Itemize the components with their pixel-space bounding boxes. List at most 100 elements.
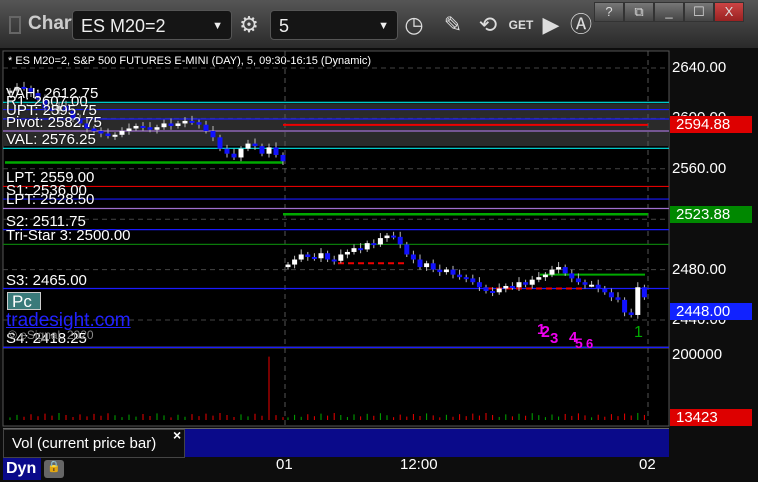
lock-icon[interactable]: 🔒 xyxy=(44,460,64,478)
candle-body xyxy=(384,235,390,239)
help-button[interactable]: ? xyxy=(594,2,624,22)
price-tag-current: 2448.00 xyxy=(670,303,752,320)
candle-body xyxy=(549,269,555,275)
time-label-02: 02 xyxy=(639,456,656,473)
candle-body xyxy=(224,148,230,154)
play-icon[interactable]: ▶ xyxy=(535,10,567,40)
candle-body xyxy=(338,254,344,261)
candle-body xyxy=(325,253,331,260)
candle-body xyxy=(496,288,502,293)
candle-body xyxy=(196,122,202,125)
title-bar: Chart ES M20=2 ▼ ⚙ 5 ▼ ◷ ✎ ⟲ GET ▶ Ⓐ ? ⧉ _… xyxy=(0,0,758,48)
settings-icon[interactable]: ⚙ xyxy=(233,10,265,40)
candle-body xyxy=(635,287,641,315)
candle-body xyxy=(641,287,647,298)
candle-body xyxy=(615,297,621,300)
candle-body xyxy=(273,147,279,155)
copyright: © eSignal, 2020 xyxy=(8,328,94,342)
candle-body xyxy=(377,238,383,245)
candle-body xyxy=(280,154,286,162)
candle-body xyxy=(516,282,522,288)
candle-body xyxy=(569,273,575,279)
clock-icon[interactable]: ◷ xyxy=(398,10,430,40)
candle-body xyxy=(582,282,588,285)
volume-axis-label: 200000 xyxy=(672,346,723,363)
candle-body xyxy=(404,244,410,255)
candle-body xyxy=(443,269,449,273)
candle-body xyxy=(430,263,436,270)
alert-icon[interactable]: Ⓐ xyxy=(565,10,597,40)
time-label-1200: 12:00 xyxy=(400,456,438,473)
candle-body xyxy=(175,123,181,126)
symbol-select[interactable]: ES M20=2 ▼ xyxy=(72,10,232,40)
time-label-01: 01 xyxy=(276,456,293,473)
candle-body xyxy=(410,254,416,260)
drag-handle-icon[interactable] xyxy=(9,16,21,34)
candle-body xyxy=(457,274,463,278)
symbol-value: ES M20=2 xyxy=(81,16,166,36)
candle-body xyxy=(112,134,118,137)
candle-body xyxy=(298,254,304,260)
candle-body xyxy=(305,254,311,257)
candle-body xyxy=(503,285,509,289)
candle-body xyxy=(463,277,469,280)
close-study-icon[interactable]: × xyxy=(173,427,181,443)
price-tag-red: 2594.88 xyxy=(670,116,752,133)
candle-body xyxy=(556,267,562,270)
candle-body xyxy=(182,120,188,124)
study-icon[interactable]: ⟲ xyxy=(472,10,504,40)
candle-body xyxy=(589,284,595,287)
candle-body xyxy=(490,291,496,294)
candle-body xyxy=(344,251,350,255)
candle-body xyxy=(252,143,258,147)
bottom-bar: Dyn 🔒 01 12:00 02 xyxy=(0,456,758,482)
chart-header: * ES M20=2, S&P 500 FUTURES E-MINI (DAY)… xyxy=(8,55,372,67)
candle-body xyxy=(523,282,529,285)
candle-body xyxy=(470,278,476,283)
candle-body xyxy=(231,153,237,158)
chevron-down-icon: ▼ xyxy=(212,20,223,32)
candle-body xyxy=(542,274,548,278)
interval-select[interactable]: 5 ▼ xyxy=(270,10,398,40)
candle-body xyxy=(266,147,272,154)
candle-body xyxy=(622,299,628,313)
pencil-icon[interactable]: ✎ xyxy=(437,10,469,40)
candle-body xyxy=(595,284,601,289)
dyn-button[interactable]: Dyn xyxy=(3,458,41,480)
candle-body xyxy=(98,131,104,134)
candle-body xyxy=(285,264,291,268)
volume-label: Vol (current price bar) xyxy=(12,435,157,452)
price-axis-label: 2640.00 xyxy=(672,59,727,76)
candle-body xyxy=(311,257,317,259)
candle-body xyxy=(476,282,482,288)
candle-body xyxy=(483,287,489,292)
level-label: LPT: 2528.50 xyxy=(6,191,95,209)
candle-body xyxy=(105,133,111,137)
level-label: S3: 2465.00 xyxy=(6,271,87,289)
pc-badge[interactable]: Pc xyxy=(7,292,41,311)
get-icon[interactable]: GET xyxy=(505,10,537,40)
interval-value: 5 xyxy=(279,16,290,36)
close-button[interactable]: X xyxy=(714,2,744,22)
candle-body xyxy=(331,259,337,262)
candle-body xyxy=(238,148,244,158)
annotation-3: 3 xyxy=(550,330,559,347)
chart-area[interactable]: * ES M20=2, S&P 500 FUTURES E-MINI (DAY)… xyxy=(0,48,758,458)
candle-body xyxy=(358,248,364,251)
candle-body xyxy=(371,243,377,246)
candle-body xyxy=(259,146,265,154)
candle-body xyxy=(628,312,634,315)
minimize-button[interactable]: _ xyxy=(654,2,684,22)
restore-layout-button[interactable]: ⧉ xyxy=(624,2,654,22)
candle-body xyxy=(450,269,456,275)
level-label: VAL: 2576.25 xyxy=(6,131,96,149)
candle-body xyxy=(189,120,195,123)
price-chart[interactable] xyxy=(0,48,758,458)
level-label: Tri-Star 3: 2500.00 xyxy=(6,227,131,245)
candle-body xyxy=(217,137,223,149)
candle-body xyxy=(424,263,430,268)
maximize-button[interactable]: ☐ xyxy=(684,2,714,22)
volume-pane xyxy=(2,347,670,427)
candle-body xyxy=(364,243,370,250)
candle-body xyxy=(575,278,581,283)
